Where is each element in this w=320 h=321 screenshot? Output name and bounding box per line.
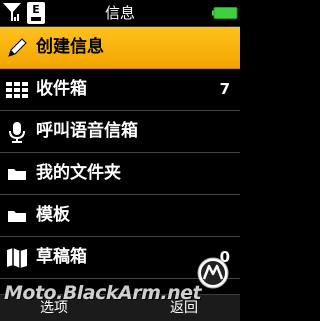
draft-icon [7, 248, 27, 268]
battery-icon [212, 7, 238, 19]
menu-item-label: 我的文件夹 [36, 163, 121, 183]
message-menu: 创建信息 收件箱 7 呼叫语音信箱 我的文件夹 模板 草稿箱 0 [0, 27, 240, 279]
watermark-text: Moto.BlackArm.net [4, 282, 202, 304]
page-title: 信息 [104, 4, 135, 22]
pencil-icon [8, 38, 27, 57]
menu-item-label: 呼叫语音信箱 [36, 121, 138, 141]
folder-icon [8, 169, 26, 180]
grid-icon [6, 82, 28, 98]
menu-item-inbox[interactable]: 收件箱 7 [0, 69, 240, 111]
status-bar: E 信息 [0, 0, 240, 27]
menu-item-templates[interactable]: 模板 [0, 195, 240, 237]
microphone-icon [9, 122, 25, 143]
menu-item-create-message[interactable]: 创建信息 [0, 27, 240, 69]
menu-item-call-voicemail[interactable]: 呼叫语音信箱 [0, 111, 240, 153]
folder-icon [8, 211, 26, 222]
menu-item-my-folders[interactable]: 我的文件夹 [0, 153, 240, 195]
inbox-count: 7 [219, 80, 230, 98]
menu-item-label: 收件箱 [36, 79, 87, 99]
menu-item-label: 创建信息 [36, 37, 104, 57]
menu-item-label: 草稿箱 [36, 247, 87, 267]
menu-item-label: 模板 [36, 205, 70, 225]
